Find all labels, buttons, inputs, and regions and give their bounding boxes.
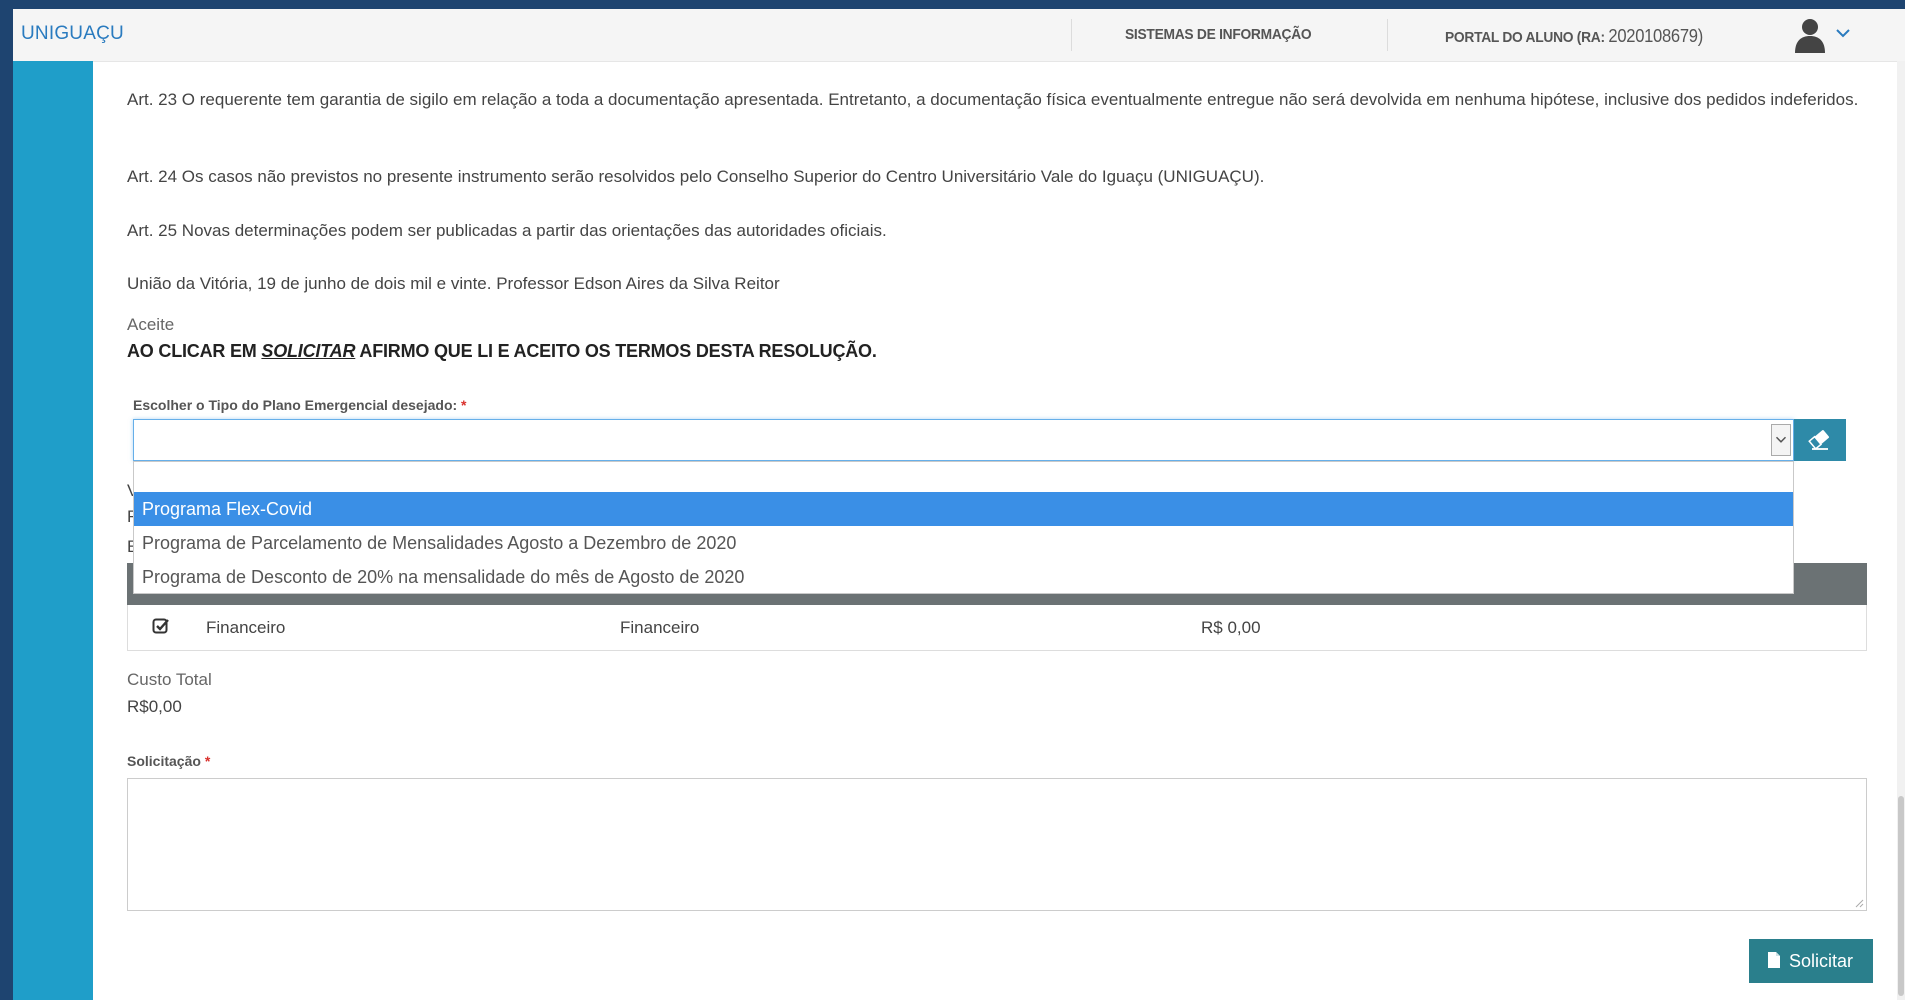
table-cell-col3: R$ 0,00 bbox=[1201, 618, 1261, 637]
nav-separator bbox=[1387, 19, 1388, 51]
solicitacao-textarea[interactable] bbox=[127, 778, 1867, 911]
signature-paragraph: União da Vitória, 19 de junho de dois mi… bbox=[127, 274, 780, 293]
brand-logo[interactable]: UNIGUAÇU bbox=[21, 23, 124, 45]
aceite-pre: AO CLICAR EM bbox=[127, 341, 262, 361]
nav-sistemas-informacao[interactable]: SISTEMAS DE INFORMAÇÃO bbox=[1125, 26, 1312, 43]
eraser-icon bbox=[1808, 430, 1830, 450]
chevron-down-icon[interactable] bbox=[1835, 27, 1851, 39]
art-25-paragraph: Art. 25 Novas determinações podem ser pu… bbox=[127, 221, 887, 240]
top-navbar: UNIGUAÇU SISTEMAS DE INFORMAÇÃO PORTAL D… bbox=[13, 9, 1905, 62]
dropdown-option-desconto[interactable]: Programa de Desconto de 20% na mensalida… bbox=[134, 560, 1793, 594]
solicitar-button[interactable]: Solicitar bbox=[1749, 939, 1873, 983]
nav-portal-aluno[interactable]: PORTAL DO ALUNO (RA: 2020108679) bbox=[1445, 26, 1703, 47]
clear-selection-button[interactable] bbox=[1794, 419, 1846, 461]
aceite-statement: AO CLICAR EM SOLICITAR AFIRMO QUE LI E A… bbox=[127, 341, 877, 362]
chevron-down-icon bbox=[1775, 436, 1787, 443]
solicitar-button-label: Solicitar bbox=[1789, 951, 1854, 971]
resize-grip-icon[interactable] bbox=[1854, 898, 1864, 908]
plan-select-label-text: Escolher o Tipo do Plano Emergencial des… bbox=[133, 397, 458, 413]
scrollbar-thumb[interactable] bbox=[1898, 796, 1904, 996]
document-icon bbox=[1768, 952, 1780, 968]
table-row: Financeiro Financeiro R$ 0,00 bbox=[127, 605, 1867, 651]
user-icon[interactable] bbox=[1793, 17, 1827, 53]
aceite-label: Aceite bbox=[127, 315, 175, 334]
plan-dropdown-list: Programa Flex-Covid Programa de Parcelam… bbox=[133, 461, 1794, 594]
nav-separator bbox=[1071, 19, 1072, 51]
check-square-icon[interactable] bbox=[152, 617, 170, 635]
required-mark: * bbox=[461, 397, 467, 413]
plan-type-select[interactable] bbox=[133, 419, 1794, 461]
dropdown-option-empty[interactable] bbox=[134, 462, 1793, 492]
required-mark: * bbox=[204, 753, 211, 769]
sidebar bbox=[13, 61, 93, 1000]
app-frame: UNIGUAÇU SISTEMAS DE INFORMAÇÃO PORTAL D… bbox=[13, 9, 1905, 1000]
dropdown-option-parcelamento[interactable]: Programa de Parcelamento de Mensalidades… bbox=[134, 526, 1793, 560]
art-24-paragraph: Art. 24 Os casos não previstos no presen… bbox=[127, 167, 1265, 186]
aceite-solicitar-emphasis: SOLICITAR bbox=[261, 341, 356, 361]
solicitacao-label-text: Solicitação bbox=[127, 753, 201, 769]
dropdown-option-flex-covid[interactable]: Programa Flex-Covid bbox=[134, 492, 1793, 526]
table-cell-col1: Financeiro bbox=[206, 618, 286, 637]
select-arrow[interactable] bbox=[1771, 424, 1791, 456]
custo-total-label: Custo Total bbox=[127, 670, 212, 689]
table-cell-col2: Financeiro bbox=[620, 618, 700, 637]
nav-portal-ra: 2020108679) bbox=[1608, 26, 1703, 46]
plan-select-label: Escolher o Tipo do Plano Emergencial des… bbox=[133, 397, 467, 413]
solicitacao-label: Solicitação * bbox=[127, 753, 210, 769]
nav-portal-prefix: PORTAL DO ALUNO (RA: bbox=[1445, 29, 1605, 46]
custo-total-value: R$0,00 bbox=[127, 697, 182, 716]
art-23-paragraph: Art. 23 O requerente tem garantia de sig… bbox=[127, 90, 1859, 109]
page-scrollbar[interactable] bbox=[1897, 61, 1905, 1000]
aceite-post: AFIRMO QUE LI E ACEITO OS TERMOS DESTA R… bbox=[355, 341, 877, 361]
